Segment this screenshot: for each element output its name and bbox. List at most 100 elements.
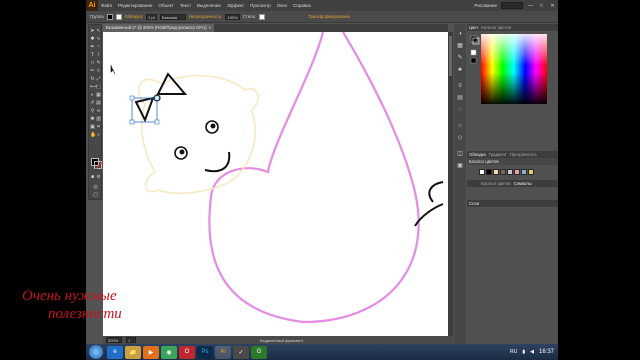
perspective-grid-tool-icon[interactable]: ▦ — [96, 93, 101, 98]
color-panel-icon[interactable]: ◑ — [456, 30, 464, 38]
paintbrush-tool-icon[interactable]: ✎ — [96, 61, 101, 66]
document-tab-close-icon[interactable]: × — [209, 25, 211, 30]
layers-panel-icon[interactable]: ◫ — [456, 150, 464, 158]
rotate-tool-icon[interactable]: ↻ — [90, 77, 95, 82]
lasso-tool-icon[interactable]: ∿ — [96, 37, 101, 42]
document-tab[interactable]: Безымянный-2* @ 200% (RGB/Предпросмотр G… — [103, 24, 214, 32]
bear-mouth[interactable] — [204, 151, 231, 173]
player-icon[interactable]: ▶ — [143, 345, 159, 359]
vertical-scrollbar-thumb[interactable] — [449, 36, 452, 76]
graphic-style-swatch[interactable] — [259, 13, 266, 20]
type-tool-icon[interactable]: T — [90, 53, 95, 58]
pink-body-outline[interactable] — [208, 32, 420, 324]
none-mode-icon[interactable]: ⊘ — [96, 175, 101, 180]
selection-handle[interactable] — [129, 119, 135, 125]
photoshop-icon[interactable]: Ps — [197, 345, 213, 359]
menu-effect[interactable]: Эффект — [224, 3, 247, 8]
stroke-color-swatch[interactable] — [115, 13, 122, 20]
symbol-sprayer-tool-icon[interactable]: ✺ — [90, 117, 95, 122]
menu-type[interactable]: Текст — [177, 3, 194, 8]
brushes-panel-icon[interactable]: ✎ — [456, 54, 464, 62]
stroke-swatch[interactable] — [94, 161, 102, 169]
artboard-number-field[interactable]: 1 — [126, 337, 136, 343]
help-search-input[interactable] — [501, 2, 523, 9]
swatch[interactable] — [507, 169, 513, 175]
menu-help[interactable]: Справка — [290, 3, 314, 8]
menu-window[interactable]: Окно — [274, 3, 290, 8]
opacity-link[interactable]: Непрозрачность: — [189, 14, 223, 19]
transform-link[interactable]: Трансформирование — [308, 14, 350, 19]
swatch[interactable] — [479, 169, 485, 175]
vertical-scrollbar[interactable] — [448, 32, 453, 336]
free-transform-tool-icon[interactable]: ⬚ — [96, 85, 101, 90]
tab-swatches[interactable]: Каталог цветов — [481, 181, 511, 186]
clock[interactable]: 16:37 — [539, 349, 554, 355]
swatch[interactable] — [493, 169, 499, 175]
swatch[interactable] — [521, 169, 527, 175]
selection-handle[interactable] — [154, 95, 160, 101]
color-spectrum-picker[interactable] — [469, 32, 547, 104]
claw-shape[interactable] — [428, 181, 444, 203]
nvidia-icon[interactable]: ✓ — [233, 345, 249, 359]
minimize-button[interactable]: — — [527, 3, 534, 9]
gradient-panel-icon[interactable]: ▤ — [456, 94, 464, 102]
transparency-panel-icon[interactable]: ◌ — [456, 106, 464, 114]
bow-bottom-triangle[interactable] — [134, 96, 155, 123]
illustrator-icon[interactable]: Ai — [215, 345, 231, 359]
tab-gradient[interactable]: Градиент — [489, 152, 507, 157]
stroke-link[interactable]: Обводка: — [125, 14, 143, 19]
selection-handle[interactable] — [129, 95, 135, 101]
selection-handle[interactable] — [154, 119, 160, 125]
screen-mode-icon[interactable]: ▢ — [93, 193, 98, 198]
graphic-styles-panel-icon[interactable]: ◇ — [456, 134, 464, 142]
stroke-weight-field[interactable]: 1 pt — [146, 13, 157, 20]
bear-head-outline[interactable] — [137, 74, 259, 194]
volume-icon[interactable]: ◀ — [530, 349, 534, 355]
tab-color[interactable]: Цвет — [469, 25, 478, 30]
pencil-tool-icon[interactable]: ✏ — [90, 69, 95, 74]
gradient-tool-icon[interactable]: ▤ — [96, 101, 101, 106]
magic-wand-tool-icon[interactable]: ✱ — [90, 37, 95, 42]
opacity-field[interactable]: 100% — [225, 13, 240, 20]
menu-select[interactable]: Выделение — [194, 3, 224, 8]
explorer-icon[interactable]: 📁 — [125, 345, 141, 359]
mesh-tool-icon[interactable]: # — [90, 101, 95, 106]
swatch[interactable] — [528, 169, 534, 175]
menu-object[interactable]: Объект — [155, 3, 176, 8]
tab-color-guide[interactable]: Каталог цветов — [481, 25, 511, 30]
close-button[interactable]: ✕ — [549, 3, 556, 9]
blend-tool-icon[interactable]: ∞ — [96, 109, 101, 114]
artboard-canvas[interactable] — [103, 32, 448, 336]
width-tool-icon[interactable]: ⟷ — [90, 85, 97, 90]
slice-tool-icon[interactable]: ⌗ — [96, 125, 101, 130]
opera-icon[interactable]: O — [179, 345, 195, 359]
selection-tool-icon[interactable]: ➤ — [90, 29, 95, 34]
eraser-tool-icon[interactable]: ◊ — [96, 69, 101, 74]
swatches-panel-icon[interactable]: ▦ — [456, 42, 464, 50]
rectangle-tool-icon[interactable]: □ — [90, 61, 95, 66]
stroke-panel-icon[interactable]: ≡ — [456, 82, 464, 90]
swatch[interactable] — [500, 169, 506, 175]
appearance-panel-icon[interactable]: ○ — [456, 122, 464, 130]
swatch[interactable] — [514, 169, 520, 175]
network-icon[interactable]: ▮ — [522, 349, 525, 355]
shape-builder-tool-icon[interactable]: ◐ — [90, 93, 95, 98]
menu-file[interactable]: Файл — [98, 3, 115, 8]
symbols-panel-icon[interactable]: ♣ — [456, 66, 464, 74]
scale-tool-icon[interactable]: ⤢ — [96, 77, 101, 82]
pen-tool-icon[interactable]: ✒ — [90, 45, 95, 50]
drawing-mode-icon[interactable]: ◎ — [93, 185, 98, 190]
swatch[interactable] — [486, 169, 492, 175]
chrome-icon[interactable]: ◉ — [161, 345, 177, 359]
zoom-tool-icon[interactable]: ⌕ — [96, 133, 101, 138]
curvature-tool-icon[interactable]: ~ — [96, 45, 101, 50]
tab-layers[interactable]: Слои — [469, 201, 479, 206]
zoom-field[interactable]: 200% — [106, 337, 122, 343]
artboards-panel-icon[interactable]: ▣ — [456, 162, 464, 170]
color-mode-icon[interactable]: ■ — [90, 175, 95, 180]
hand-tool-icon[interactable]: ✋ — [90, 133, 96, 138]
direct-selection-tool-icon[interactable]: ↖ — [96, 29, 101, 34]
fill-color-swatch[interactable] — [106, 13, 113, 20]
tab-symbols[interactable]: Символы — [514, 181, 532, 186]
menu-edit[interactable]: Редактирование — [115, 3, 155, 8]
